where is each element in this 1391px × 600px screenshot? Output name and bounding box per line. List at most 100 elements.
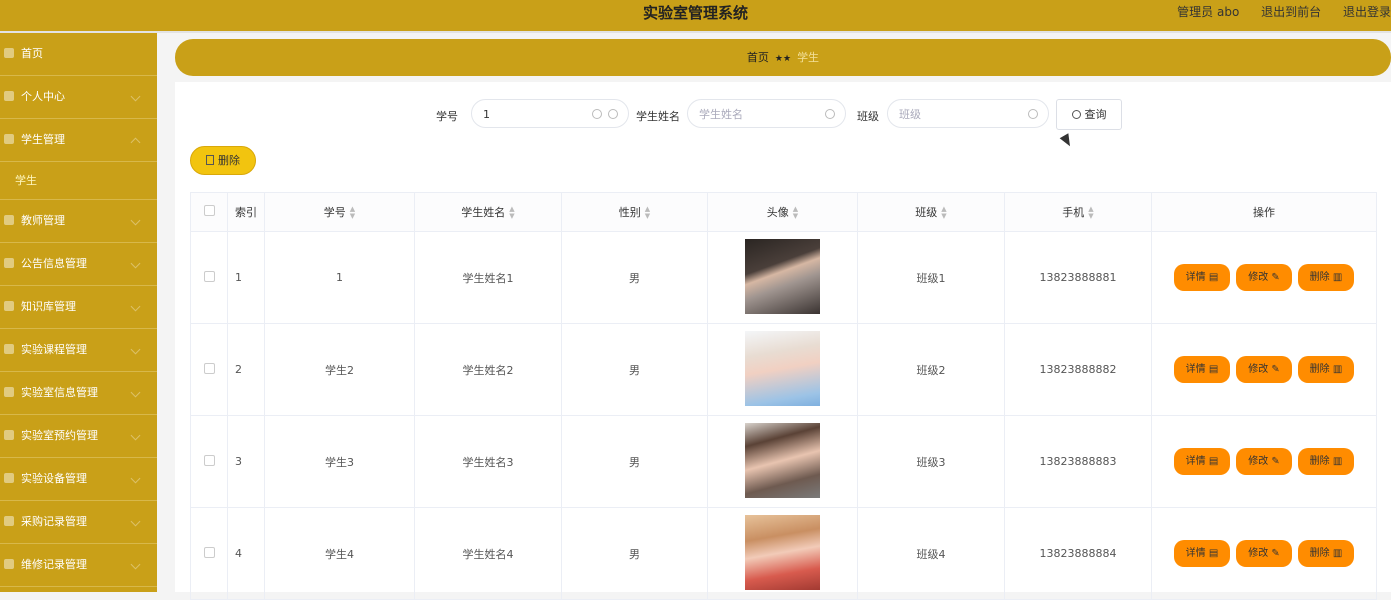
cell-ops: 详情 ▤ 修改 ✎ 删除 ▥ xyxy=(1151,231,1377,324)
sidebar-item-lab-booking-mgmt[interactable]: 实验室预约管理 xyxy=(0,415,157,458)
header-index: 索引 xyxy=(227,192,265,232)
user-icon xyxy=(4,430,14,440)
row-checkbox[interactable] xyxy=(203,454,215,466)
cell-student-no: 学生4 xyxy=(264,507,415,600)
select-all-checkbox[interactable] xyxy=(203,205,215,216)
header-avatar[interactable]: 头像 ▲ ▼ xyxy=(707,192,858,232)
chevron-down-icon xyxy=(130,473,141,484)
search-icon xyxy=(1071,110,1081,119)
detail-button[interactable]: 详情 ▤ xyxy=(1174,448,1230,475)
edit-button[interactable]: 修改 ✎ xyxy=(1236,448,1292,475)
class-input[interactable]: 班级 xyxy=(887,99,1049,128)
edit-button[interactable]: 修改 ✎ xyxy=(1236,540,1292,567)
top-header: 实验室管理系统 管理员 abo 退出到前台 退出登录 xyxy=(0,0,1391,33)
student-name-label: 学生姓名 xyxy=(636,110,680,123)
sidebar-item-course-mgmt[interactable]: 实验课程管理 xyxy=(0,329,157,372)
student-no-label: 学号 xyxy=(436,110,458,123)
chart-icon xyxy=(4,387,14,397)
cell-phone: 13823888881 xyxy=(1004,231,1152,324)
cell-student-name: 学生姓名1 xyxy=(414,231,562,324)
detail-button[interactable]: 详情 ▤ xyxy=(1174,264,1230,291)
cell-gender: 男 xyxy=(561,507,708,600)
header-gender[interactable]: 性别 ▲ ▼ xyxy=(561,192,708,232)
avatar xyxy=(745,422,820,498)
edit-button[interactable]: 修改 ✎ xyxy=(1236,356,1292,383)
sidebar-item-purchase-mgmt[interactable]: 采购记录管理 xyxy=(0,501,157,544)
detail-button[interactable]: 详情 ▤ xyxy=(1174,356,1230,383)
query-button[interactable]: 查询 xyxy=(1056,99,1122,130)
cell-avatar xyxy=(707,507,858,600)
sidebar-item-student-mgmt[interactable]: 学生管理 xyxy=(0,119,157,162)
equipment-icon xyxy=(4,473,14,483)
avatar xyxy=(745,330,820,406)
content-panel: 学号 1 学生姓名 学生姓名 班级 班级 查询 删除 索引 学号 ▲ ▼ 学生姓… xyxy=(175,82,1391,600)
search-icon xyxy=(1028,109,1038,119)
delete-button[interactable]: 删除 ▥ xyxy=(1298,448,1354,475)
cell-phone: 13823888882 xyxy=(1004,323,1152,416)
cell-class: 班级4 xyxy=(857,507,1005,600)
chevron-down-icon xyxy=(130,301,141,312)
wrench-icon xyxy=(4,559,14,569)
sidebar-item-teacher-mgmt[interactable]: 教师管理 xyxy=(0,200,157,243)
header-student-no[interactable]: 学号 ▲ ▼ xyxy=(264,192,415,232)
row-checkbox[interactable] xyxy=(203,546,215,558)
sidebar-subitem-student[interactable]: 学生 xyxy=(0,162,157,200)
table-row: 4 学生4 学生姓名4 男 班级4 13823888884 详情 ▤ 修改 ✎ 删除… xyxy=(190,507,1377,600)
batch-delete-button[interactable]: 删除 xyxy=(190,146,256,175)
cell-index: 2 xyxy=(227,323,265,416)
chevron-down-icon xyxy=(130,387,141,398)
edit-button[interactable]: 修改 ✎ xyxy=(1236,264,1292,291)
cell-student-name: 学生姓名3 xyxy=(414,415,562,508)
search-icon xyxy=(825,109,835,119)
sidebar: 首页 个人中心 学生管理 学生 教师管理 公告信息管理 知识库管理 实验课程管理… xyxy=(0,33,157,592)
student-name-input[interactable]: 学生姓名 xyxy=(687,99,846,128)
search-icon xyxy=(608,109,618,119)
cell-class: 班级1 xyxy=(857,231,1005,324)
sidebar-item-knowledge-mgmt[interactable]: 知识库管理 xyxy=(0,286,157,329)
row-checkbox[interactable] xyxy=(203,270,215,282)
sort-icon[interactable]: ▲ ▼ xyxy=(1088,206,1093,220)
row-checkbox[interactable] xyxy=(203,362,215,374)
sidebar-item-repair-mgmt[interactable]: 维修记录管理 xyxy=(0,544,157,587)
sidebar-item-equipment-mgmt[interactable]: 实验设备管理 xyxy=(0,458,157,501)
cell-avatar xyxy=(707,415,858,508)
sort-icon[interactable]: ▲ ▼ xyxy=(350,206,355,220)
table-header-row: 索引 学号 ▲ ▼ 学生姓名 ▲ ▼ 性别 ▲ ▼ 头像 ▲ ▼ 班级 ▲ ▼ 手机 ▲ ▼ 操作 xyxy=(190,192,1377,232)
cell-avatar xyxy=(707,231,858,324)
breadcrumb-separator: ★★ xyxy=(774,54,792,64)
sidebar-item-home[interactable]: 首页 xyxy=(0,33,157,76)
sidebar-item-label: 个人中心 xyxy=(21,90,65,103)
sidebar-item-notice-mgmt[interactable]: 公告信息管理 xyxy=(0,243,157,286)
sort-icon[interactable]: ▲ ▼ xyxy=(509,206,514,220)
delete-button[interactable]: 删除 ▥ xyxy=(1298,540,1354,567)
sidebar-item-profile[interactable]: 个人中心 xyxy=(0,76,157,119)
breadcrumb-home[interactable]: 首页 xyxy=(747,51,769,64)
clear-icon[interactable] xyxy=(592,109,602,119)
table-row: 3 学生3 学生姓名3 男 班级3 13823888883 详情 ▤ 修改 ✎ 删除… xyxy=(190,415,1377,508)
logout-link[interactable]: 退出登录 xyxy=(1343,5,1391,19)
breadcrumb: 首页 ★★ 学生 xyxy=(175,39,1391,76)
notice-icon xyxy=(4,258,14,268)
sort-icon[interactable]: ▲ ▼ xyxy=(941,206,946,220)
chevron-up-icon xyxy=(130,137,141,148)
breadcrumb-current: 学生 xyxy=(797,51,820,64)
student-no-input[interactable]: 1 xyxy=(471,99,629,128)
delete-button[interactable]: 删除 ▥ xyxy=(1298,356,1354,383)
sort-icon[interactable]: ▲ ▼ xyxy=(645,206,650,220)
frontend-link[interactable]: 退出到前台 xyxy=(1261,5,1321,19)
class-label: 班级 xyxy=(857,110,879,123)
detail-button[interactable]: 详情 ▤ xyxy=(1174,540,1230,567)
header-student-name[interactable]: 学生姓名 ▲ ▼ xyxy=(414,192,562,232)
cell-gender: 男 xyxy=(561,231,708,324)
search-form: 学号 1 学生姓名 学生姓名 班级 班级 查询 xyxy=(175,99,1391,130)
delete-button[interactable]: 删除 ▥ xyxy=(1298,264,1354,291)
sort-icon[interactable]: ▲ ▼ xyxy=(793,206,798,220)
select-all-cell xyxy=(190,192,228,232)
header-class[interactable]: 班级 ▲ ▼ xyxy=(857,192,1005,232)
header-phone[interactable]: 手机 ▲ ▼ xyxy=(1004,192,1152,232)
chevron-down-icon xyxy=(130,430,141,441)
cell-student-no: 学生3 xyxy=(264,415,415,508)
sidebar-item-label: 维修记录管理 xyxy=(21,558,87,571)
sidebar-item-lab-info-mgmt[interactable]: 实验室信息管理 xyxy=(0,372,157,415)
sidebar-item-label: 实验室信息管理 xyxy=(21,386,98,399)
